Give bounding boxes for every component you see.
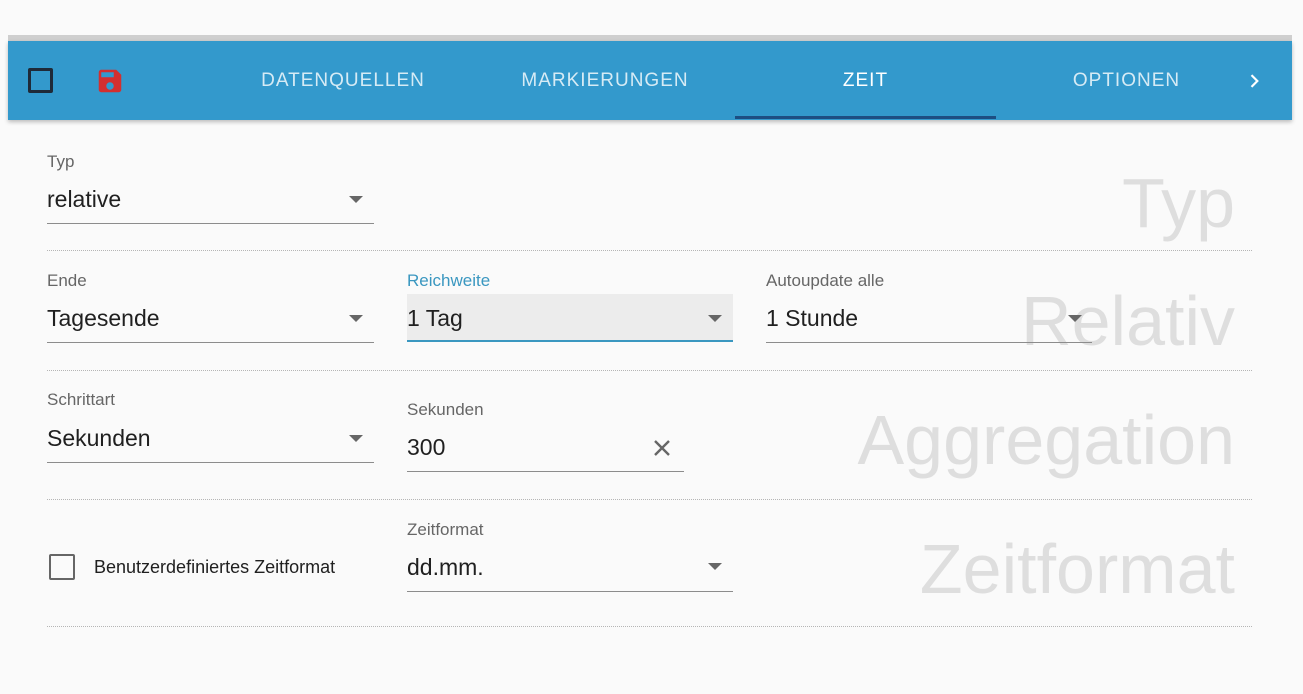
divider (47, 370, 1252, 371)
chevron-right-icon[interactable] (1240, 67, 1268, 95)
zeitformat-label: Zeitformat (407, 520, 484, 539)
autoupdate-value: 1 Stunde (766, 305, 859, 331)
chevron-down-icon (1068, 315, 1082, 322)
ende-label: Ende (47, 271, 87, 290)
zeitformat-underline (407, 591, 733, 592)
reichweite-select[interactable]: Reichweite 1 Tag (407, 271, 733, 343)
tab-datenquellen[interactable]: DATENQUELLEN (208, 41, 478, 120)
tab-optionen[interactable]: OPTIONEN (996, 41, 1257, 120)
chevron-down-icon (708, 315, 722, 322)
divider (47, 499, 1252, 500)
chevron-down-icon (349, 315, 363, 322)
ende-select[interactable]: Ende Tagesende (47, 271, 374, 343)
tab-zeit[interactable]: ZEIT (735, 41, 996, 120)
section-title-zeitformat: Zeitformat (919, 530, 1235, 608)
chevron-down-icon (349, 435, 363, 442)
schrittart-select[interactable]: Schrittart Sekunden (47, 390, 374, 463)
ende-value: Tagesende (47, 305, 160, 331)
autoupdate-underline (766, 342, 1092, 343)
zeitformat-select[interactable]: Zeitformat dd.mm. (407, 520, 733, 592)
tab-markierungen[interactable]: MARKIERUNGEN (474, 41, 736, 120)
floppy-disk-icon[interactable] (95, 66, 125, 96)
checkbox-outline-icon[interactable] (28, 68, 53, 93)
toolbar: DATENQUELLEN MARKIERUNGEN ZEIT OPTIONEN (8, 41, 1292, 120)
close-icon[interactable] (650, 436, 674, 460)
autoupdate-label: Autoupdate alle (766, 271, 885, 290)
reichweite-value: 1 Tag (407, 305, 463, 331)
schrittart-label: Schrittart (47, 390, 116, 409)
reichweite-label: Reichweite (407, 271, 491, 290)
section-title-typ: Typ (1122, 164, 1235, 242)
typ-label: Typ (47, 152, 75, 171)
custom-format-checkbox-label: Benutzerdefiniertes Zeitformat (94, 557, 336, 577)
sekunden-value: 300 (407, 434, 446, 460)
typ-select[interactable]: Typ relative (47, 152, 374, 224)
chevron-down-icon (708, 563, 722, 570)
custom-format-checkbox[interactable] (49, 554, 75, 580)
sekunden-underline (407, 471, 684, 472)
schrittart-value: Sekunden (47, 425, 151, 451)
chevron-down-icon (349, 196, 363, 203)
active-tab-indicator (735, 116, 996, 119)
typ-underline (47, 223, 374, 224)
sekunden-input[interactable]: Sekunden 300 (407, 400, 684, 473)
section-title-aggregation: Aggregation (857, 401, 1235, 479)
divider (47, 250, 1252, 251)
zeitformat-value: dd.mm. (407, 554, 484, 580)
schrittart-underline (47, 462, 374, 463)
autoupdate-select[interactable]: Autoupdate alle 1 Stunde (766, 271, 1092, 343)
sekunden-label: Sekunden (407, 400, 484, 419)
page: DATENQUELLEN MARKIERUNGEN ZEIT OPTIONEN … (0, 0, 1303, 694)
divider (47, 626, 1252, 627)
typ-value: relative (47, 186, 122, 212)
ende-underline (47, 342, 374, 343)
reichweite-underline (407, 340, 733, 342)
